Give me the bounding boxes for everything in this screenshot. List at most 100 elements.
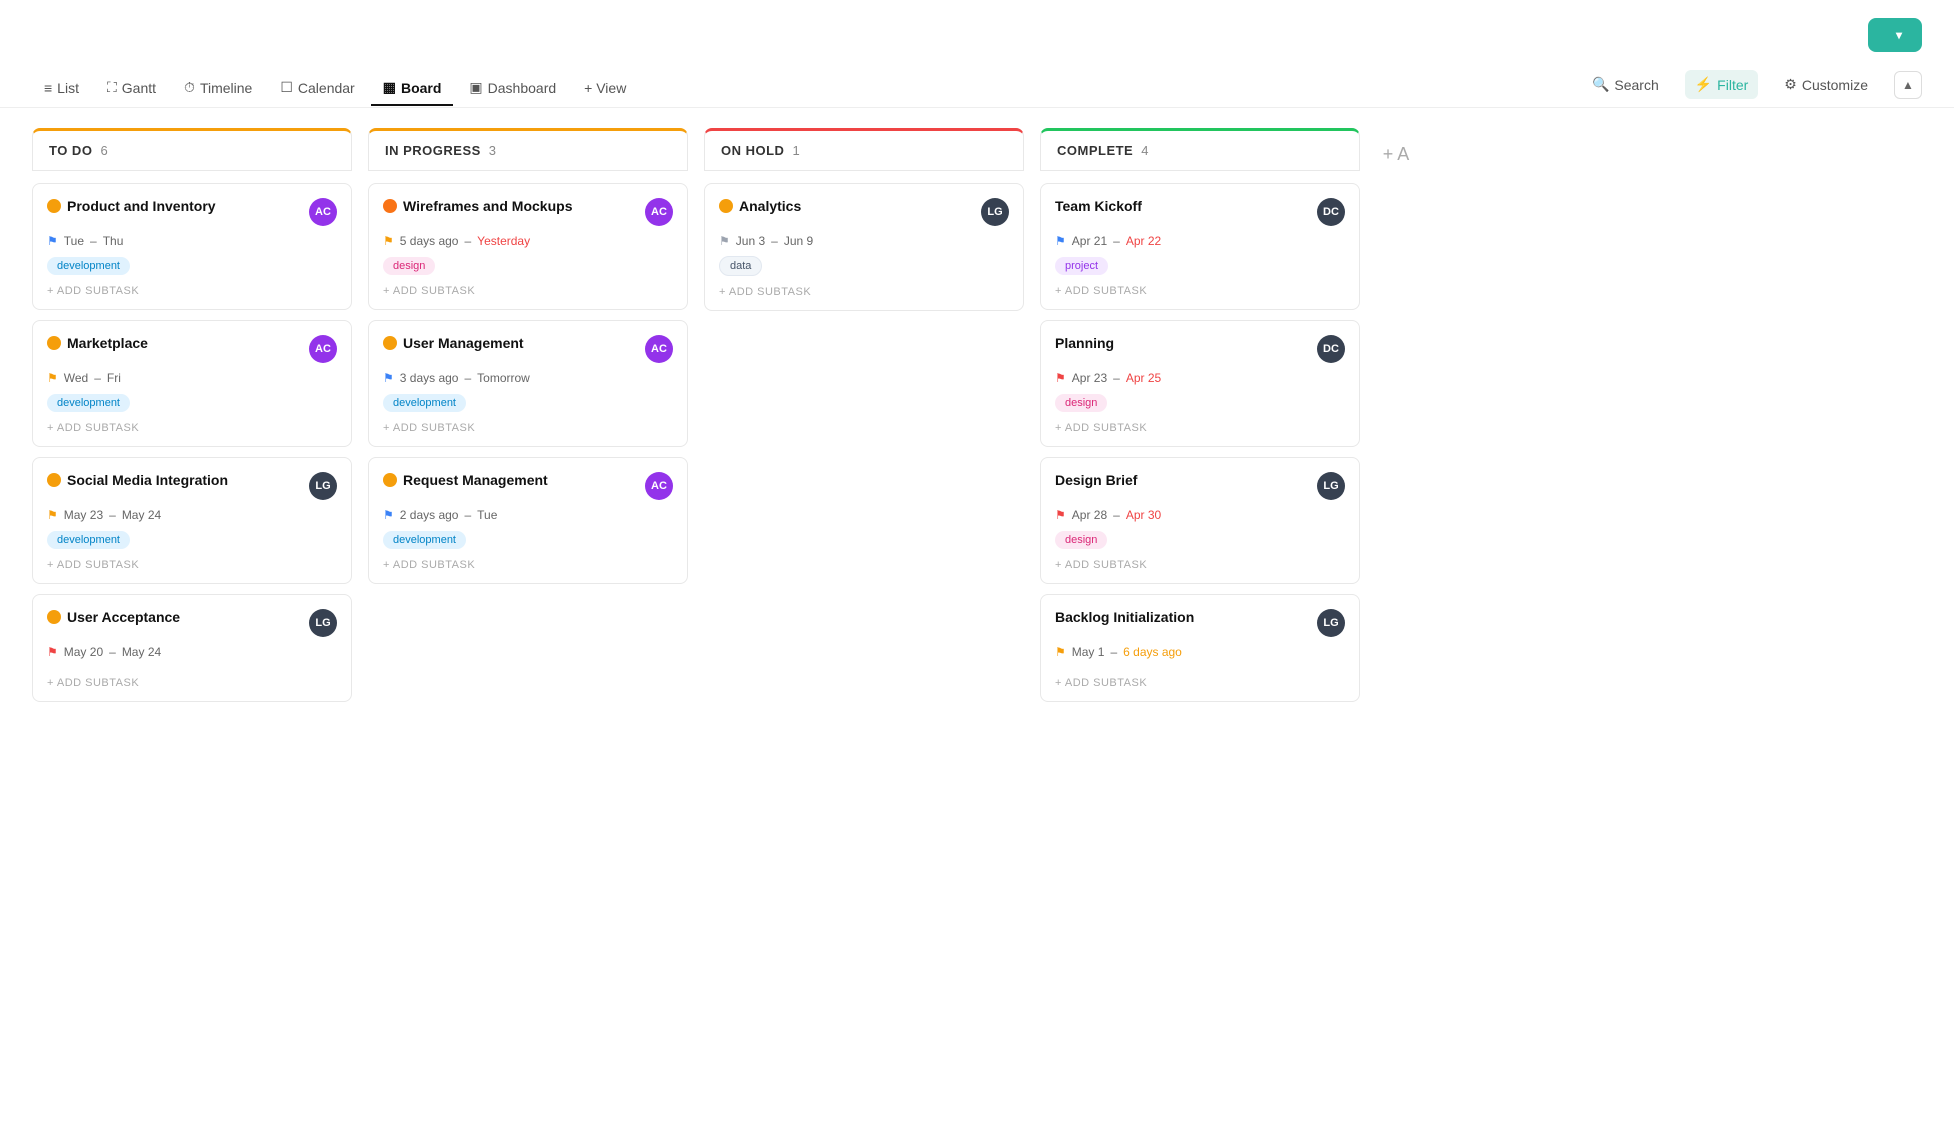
card-date: ⚑ 5 days ago – Yesterday (383, 234, 673, 248)
card[interactable]: Product and Inventory AC ⚑ Tue – Thu dev… (32, 183, 352, 310)
card-title-text: Planning (1055, 335, 1114, 351)
status-dot (47, 610, 61, 624)
add-subtask-button[interactable]: + ADD SUBTASK (1055, 557, 1345, 573)
nav-dashboard[interactable]: ▣ Dashboard (457, 71, 568, 106)
add-subtask-button[interactable]: + ADD SUBTASK (1055, 675, 1345, 691)
card-title: Request Management (383, 472, 548, 488)
col-title-complete: COMPLETE (1057, 143, 1133, 158)
flag-icon: ⚑ (383, 234, 394, 248)
add-subtask-button[interactable]: + ADD SUBTASK (1055, 283, 1345, 299)
column-header-inprogress: IN PROGRESS 3 (368, 128, 688, 171)
nav-list[interactable]: ≡ List (32, 72, 91, 106)
page-header: ▾ (0, 0, 1954, 52)
card[interactable]: Planning DC ⚑ Apr 23 – Apr 25 design + A… (1040, 320, 1360, 447)
card-date: ⚑ Apr 23 – Apr 25 (1055, 371, 1345, 385)
date-start: May 23 (64, 508, 103, 522)
avatar: AC (645, 472, 673, 500)
card-header-row: Design Brief LG (1055, 472, 1345, 500)
card[interactable]: User Management AC ⚑ 3 days ago – Tomorr… (368, 320, 688, 447)
date-sep: – (464, 508, 471, 522)
tag: design (1055, 531, 1107, 549)
nav-bar: ≡ List ⛶ Gantt ⏱ Timeline ☐ Calendar ▦ B… (0, 60, 1954, 108)
filter-label: Filter (1717, 77, 1748, 93)
flag-icon: ⚑ (719, 234, 730, 248)
customize-action[interactable]: ⚙ Customize (1774, 70, 1878, 99)
add-task-button[interactable]: ▾ (1868, 18, 1922, 52)
add-subtask-button[interactable]: + ADD SUBTASK (1055, 420, 1345, 436)
add-subtask-button[interactable]: + ADD SUBTASK (47, 557, 337, 573)
card-date: ⚑ 3 days ago – Tomorrow (383, 371, 673, 385)
nav-add-view[interactable]: + View (572, 72, 638, 106)
column-todo: TO DO 6 Product and Inventory AC ⚑ Tue –… (32, 128, 352, 712)
add-column-button[interactable]: + A (1376, 128, 1416, 165)
date-start: Wed (64, 371, 88, 385)
card-date: ⚑ Wed – Fri (47, 371, 337, 385)
card-title: Social Media Integration (47, 472, 228, 488)
card[interactable]: Backlog Initialization LG ⚑ May 1 – 6 da… (1040, 594, 1360, 702)
plus-icon: + A (1383, 144, 1410, 165)
add-subtask-button[interactable]: + ADD SUBTASK (47, 283, 337, 299)
add-subtask-button[interactable]: + ADD SUBTASK (47, 420, 337, 436)
avatar: LG (309, 609, 337, 637)
filter-action[interactable]: ⚡ Filter (1685, 70, 1759, 99)
add-subtask-button[interactable]: + ADD SUBTASK (383, 420, 673, 436)
status-dot (47, 199, 61, 213)
nav-add-view-label: + View (584, 80, 626, 96)
tag: project (1055, 257, 1108, 275)
date-start: Apr 23 (1072, 371, 1107, 385)
nav-gantt[interactable]: ⛶ Gantt (95, 71, 168, 106)
card-date: ⚑ May 1 – 6 days ago (1055, 645, 1345, 659)
status-dot (47, 336, 61, 350)
date-end: 6 days ago (1123, 645, 1182, 659)
card-title-text: Design Brief (1055, 472, 1137, 488)
date-sep: – (464, 371, 471, 385)
card-header-row: Wireframes and Mockups AC (383, 198, 673, 226)
card[interactable]: Request Management AC ⚑ 2 days ago – Tue… (368, 457, 688, 584)
nav-calendar[interactable]: ☐ Calendar (268, 71, 366, 106)
card[interactable]: Team Kickoff DC ⚑ Apr 21 – Apr 22 projec… (1040, 183, 1360, 310)
search-action[interactable]: 🔍 Search (1582, 70, 1669, 99)
flag-icon: ⚑ (47, 508, 58, 522)
card-header-row: Team Kickoff DC (1055, 198, 1345, 226)
add-subtask-button[interactable]: + ADD SUBTASK (719, 284, 1009, 300)
card[interactable]: Marketplace AC ⚑ Wed – Fri development +… (32, 320, 352, 447)
search-label: Search (1614, 77, 1658, 93)
status-dot (383, 336, 397, 350)
card[interactable]: Wireframes and Mockups AC ⚑ 5 days ago –… (368, 183, 688, 310)
card-header-row: Marketplace AC (47, 335, 337, 363)
tag: design (383, 257, 435, 275)
card[interactable]: Analytics LG ⚑ Jun 3 – Jun 9 data + ADD … (704, 183, 1024, 311)
card-title: Marketplace (47, 335, 148, 351)
card-title: User Management (383, 335, 524, 351)
add-subtask-button[interactable]: + ADD SUBTASK (383, 557, 673, 573)
gantt-icon: ⛶ (107, 79, 117, 96)
card-title: User Acceptance (47, 609, 180, 625)
card[interactable]: User Acceptance LG ⚑ May 20 – May 24 + A… (32, 594, 352, 702)
date-start: Tue (64, 234, 84, 248)
board-area: TO DO 6 Product and Inventory AC ⚑ Tue –… (0, 108, 1954, 732)
add-subtask-button[interactable]: + ADD SUBTASK (383, 283, 673, 299)
card[interactable]: Social Media Integration LG ⚑ May 23 – M… (32, 457, 352, 584)
tag: development (47, 394, 130, 412)
date-sep: – (1110, 645, 1117, 659)
collapse-button[interactable]: ▲ (1894, 71, 1922, 99)
col-count-complete: 4 (1141, 143, 1148, 158)
gear-icon: ⚙ (1784, 76, 1797, 93)
flag-icon: ⚑ (383, 371, 394, 385)
add-subtask-button[interactable]: + ADD SUBTASK (47, 675, 337, 691)
date-sep: – (90, 234, 97, 248)
card[interactable]: Design Brief LG ⚑ Apr 28 – Apr 30 design… (1040, 457, 1360, 584)
flag-icon: ⚑ (383, 508, 394, 522)
card-title-text: Analytics (739, 198, 801, 214)
nav-timeline[interactable]: ⏱ Timeline (172, 71, 264, 106)
avatar: DC (1317, 335, 1345, 363)
nav-board[interactable]: ▦ Board (371, 71, 454, 106)
date-sep: – (109, 508, 116, 522)
avatar: AC (645, 335, 673, 363)
status-dot (383, 199, 397, 213)
card-title-text: Team Kickoff (1055, 198, 1142, 214)
date-end: Apr 22 (1126, 234, 1161, 248)
date-end: Yesterday (477, 234, 530, 248)
col-count-inprogress: 3 (489, 143, 496, 158)
date-start: 3 days ago (400, 371, 459, 385)
